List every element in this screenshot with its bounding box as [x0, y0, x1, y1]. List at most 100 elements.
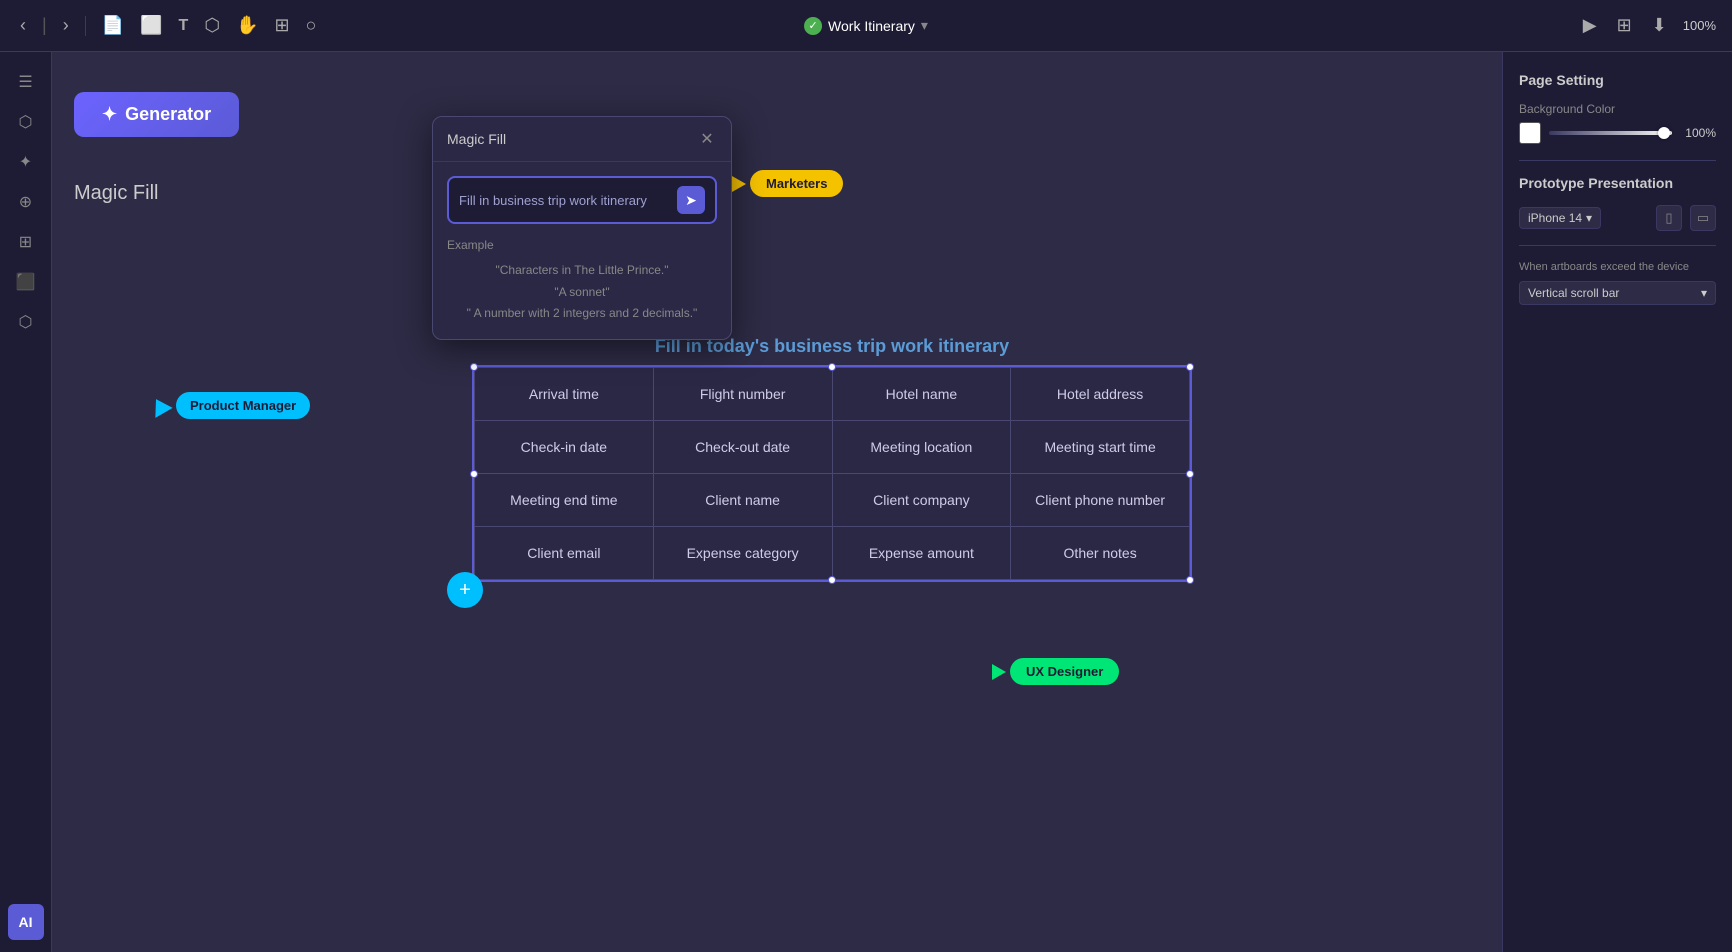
- download-icon[interactable]: ⬇: [1648, 11, 1671, 40]
- cell-r3-c0[interactable]: Client email: [475, 527, 654, 580]
- cell-r3-c1[interactable]: Expense category: [653, 527, 832, 580]
- cell-r1-c3[interactable]: Meeting start time: [1011, 421, 1190, 474]
- cursor-arrow-green-icon: [992, 664, 1006, 680]
- send-icon: ➤: [685, 192, 697, 209]
- landscape-icon[interactable]: ▭: [1690, 205, 1716, 231]
- shapes-icon[interactable]: ⬡: [200, 11, 224, 40]
- opacity-slider[interactable]: [1549, 131, 1672, 135]
- cell-r1-c2[interactable]: Meeting location: [832, 421, 1011, 474]
- cell-r2-c2[interactable]: Client company: [832, 474, 1011, 527]
- sidebar-assets-icon[interactable]: ✦: [8, 144, 44, 180]
- play-icon[interactable]: ▶: [1579, 11, 1601, 40]
- scroll-label: Vertical scroll bar: [1528, 286, 1619, 300]
- forward-icon[interactable]: ›: [59, 11, 73, 40]
- table-row: Check-in dateCheck-out dateMeeting locat…: [475, 421, 1190, 474]
- cell-r1-c1[interactable]: Check-out date: [653, 421, 832, 474]
- cell-r1-c0[interactable]: Check-in date: [475, 421, 654, 474]
- component-icon[interactable]: ⊞: [270, 11, 293, 40]
- popup-close-button[interactable]: ✕: [697, 129, 717, 149]
- handle-bot-right[interactable]: [1186, 576, 1194, 584]
- file-icon[interactable]: 📄: [98, 11, 128, 40]
- prototype-title: Prototype Presentation: [1519, 175, 1716, 191]
- handle-top-left[interactable]: [470, 363, 478, 371]
- example-item-2: "A sonnet": [447, 282, 717, 304]
- table-row: Client emailExpense categoryExpense amou…: [475, 527, 1190, 580]
- toolbar-right: ▶ ⊞ ⬇ 100%: [1579, 11, 1716, 40]
- marketers-cursor: Marketers: [732, 170, 843, 197]
- sidebar-shapes-icon[interactable]: ⬛: [8, 264, 44, 300]
- circle-icon[interactable]: ○: [302, 11, 321, 40]
- slider-thumb: [1658, 127, 1670, 139]
- ai-button[interactable]: AI: [8, 904, 44, 940]
- cursor-arrow-blue-icon: [147, 394, 172, 418]
- cell-r3-c2[interactable]: Expense amount: [832, 527, 1011, 580]
- device-label: iPhone 14: [1528, 211, 1582, 225]
- prompt-input-row: Fill in business trip work itinerary ➤: [447, 176, 717, 224]
- product-manager-cursor: Product Manager: [150, 392, 310, 419]
- handle-top-right[interactable]: [1186, 363, 1194, 371]
- add-row-button[interactable]: +: [447, 572, 483, 608]
- sidebar-menu-icon[interactable]: ☰: [8, 64, 44, 100]
- sidebar-misc-icon[interactable]: ⬡: [8, 304, 44, 340]
- ux-designer-tag: UX Designer: [1010, 658, 1119, 685]
- pipe-icon: |: [38, 11, 51, 40]
- example-item-3: " A number with 2 integers and 2 decimal…: [447, 303, 717, 325]
- table-row: Meeting end timeClient nameClient compan…: [475, 474, 1190, 527]
- hand-icon[interactable]: ✋: [232, 11, 262, 40]
- top-toolbar: ‹ | › 📄 ⬜ T ⬡ ✋ ⊞ ○ ✓ Work Itinerary ▾ ▶…: [0, 0, 1732, 52]
- sidebar-plugins-icon[interactable]: ⊕: [8, 184, 44, 220]
- cell-r2-c1[interactable]: Client name: [653, 474, 832, 527]
- canvas: ✦ Generator Magic Fill Magic Fill ✕ Fill…: [52, 52, 1502, 952]
- handle-mid-left[interactable]: [470, 470, 478, 478]
- right-panel: Page Setting Background Color 100% Proto…: [1502, 52, 1732, 952]
- prompt-input[interactable]: Fill in business trip work itinerary: [459, 193, 671, 208]
- back-icon[interactable]: ‹: [16, 11, 30, 40]
- cell-r0-c2[interactable]: Hotel name: [832, 368, 1011, 421]
- chevron-down-icon[interactable]: ▾: [921, 17, 928, 34]
- separator-1: [85, 16, 86, 36]
- sidebar-layers-icon[interactable]: ⬡: [8, 104, 44, 140]
- page-setting-title: Page Setting: [1519, 72, 1716, 88]
- exceed-label: When artboards exceed the device: [1519, 260, 1716, 275]
- portrait-icon[interactable]: ▯: [1656, 205, 1682, 231]
- table-row: Arrival timeFlight numberHotel nameHotel…: [475, 368, 1190, 421]
- toolbar-center: ✓ Work Itinerary ▾: [804, 17, 928, 35]
- check-icon: ✓: [804, 17, 822, 35]
- frame-icon[interactable]: ⬜: [136, 11, 166, 40]
- handle-top-center[interactable]: [828, 363, 836, 371]
- title-area: ✓ Work Itinerary ▾: [804, 17, 928, 35]
- example-items: "Characters in The Little Prince." "A so…: [447, 260, 717, 325]
- table-container: Fill in today's business trip work itine…: [472, 336, 1192, 582]
- popup-body: Fill in business trip work itinerary ➤ E…: [433, 162, 731, 339]
- device-chevron-icon: ▾: [1586, 211, 1592, 225]
- color-swatch[interactable]: [1519, 122, 1541, 144]
- grid-view-icon[interactable]: ⊞: [1613, 11, 1636, 40]
- device-icons: ▯ ▭: [1656, 205, 1716, 231]
- example-item-1: "Characters in The Little Prince.": [447, 260, 717, 282]
- left-sidebar: ☰ ⬡ ✦ ⊕ ⊞ ⬛ ⬡ AI: [0, 52, 52, 952]
- cell-r0-c3[interactable]: Hotel address: [1011, 368, 1190, 421]
- text-icon[interactable]: T: [175, 13, 193, 39]
- zoom-level[interactable]: 100%: [1683, 18, 1716, 33]
- itinerary-table: Arrival timeFlight numberHotel nameHotel…: [474, 367, 1190, 580]
- ux-designer-cursor: UX Designer: [992, 658, 1119, 685]
- scroll-chevron-icon: ▾: [1701, 286, 1707, 300]
- cell-r2-c0[interactable]: Meeting end time: [475, 474, 654, 527]
- cell-r0-c1[interactable]: Flight number: [653, 368, 832, 421]
- divider-2: [1519, 245, 1716, 246]
- product-manager-tag: Product Manager: [176, 392, 310, 419]
- cell-r3-c3[interactable]: Other notes: [1011, 527, 1190, 580]
- cell-r2-c3[interactable]: Client phone number: [1011, 474, 1190, 527]
- scroll-select[interactable]: Vertical scroll bar ▾: [1519, 281, 1716, 305]
- sidebar-components-icon[interactable]: ⊞: [8, 224, 44, 260]
- table-selection-wrapper: Arrival timeFlight numberHotel nameHotel…: [472, 365, 1192, 582]
- device-select[interactable]: iPhone 14 ▾: [1519, 207, 1601, 229]
- generator-button[interactable]: ✦ Generator: [74, 92, 239, 137]
- handle-bot-center[interactable]: [828, 576, 836, 584]
- page-title: Work Itinerary: [828, 18, 915, 34]
- cell-r0-c0[interactable]: Arrival time: [475, 368, 654, 421]
- send-button[interactable]: ➤: [677, 186, 705, 214]
- magic-fill-popup: Magic Fill ✕ Fill in business trip work …: [432, 116, 732, 340]
- handle-mid-right[interactable]: [1186, 470, 1194, 478]
- magic-fill-sidebar-label: Magic Fill: [74, 182, 158, 205]
